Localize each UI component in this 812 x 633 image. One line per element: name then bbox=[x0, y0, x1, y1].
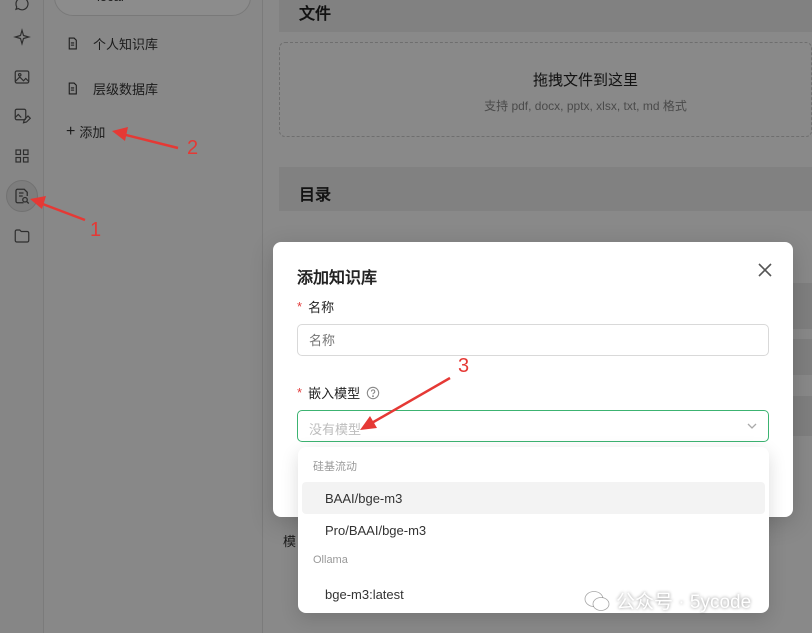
name-label-text: 名称 bbox=[308, 300, 335, 315]
required-marker: * bbox=[297, 385, 303, 400]
help-icon[interactable] bbox=[366, 386, 380, 400]
option-label: Pro/BAAI/bge-m3 bbox=[325, 523, 427, 538]
chevron-down-icon bbox=[747, 423, 757, 429]
option-label: BAAI/bge-m3 bbox=[325, 491, 403, 506]
annotation-number-3: 3 bbox=[458, 355, 470, 377]
dropdown-option-baai-bge-m3[interactable]: BAAI/bge-m3 bbox=[302, 482, 765, 514]
watermark-text: 公众号 · 5ycode bbox=[616, 592, 752, 613]
embed-model-select[interactable]: 没有模型 bbox=[297, 410, 769, 442]
name-field-label: * 名称 bbox=[297, 297, 334, 316]
annotation-number-1: 1 bbox=[90, 219, 102, 241]
wechat-icon bbox=[584, 590, 610, 611]
option-label: bge-m3:latest bbox=[325, 587, 404, 602]
name-input[interactable] bbox=[297, 324, 769, 356]
dropdown-group-label: 硅基流动 bbox=[313, 461, 357, 473]
embed-model-field-label: * 嵌入模型 bbox=[297, 383, 380, 402]
close-icon[interactable] bbox=[757, 262, 773, 278]
required-marker: * bbox=[297, 299, 303, 314]
dropdown-group-label: Ollama bbox=[313, 554, 348, 566]
app-window: local 个人知识库 层级数据库 + 添加 文件 拖拽文件到这里 支持 pdf… bbox=[0, 0, 812, 633]
dialog-title: 添加知识库 bbox=[297, 270, 378, 287]
embed-label-text: 嵌入模型 bbox=[308, 386, 361, 401]
dropdown-option-pro-baai-bge-m3[interactable]: Pro/BAAI/bge-m3 bbox=[302, 514, 765, 546]
annotation-number-2: 2 bbox=[187, 137, 199, 159]
watermark: 公众号 · 5ycode bbox=[584, 587, 751, 614]
select-placeholder: 没有模型 bbox=[309, 422, 362, 437]
